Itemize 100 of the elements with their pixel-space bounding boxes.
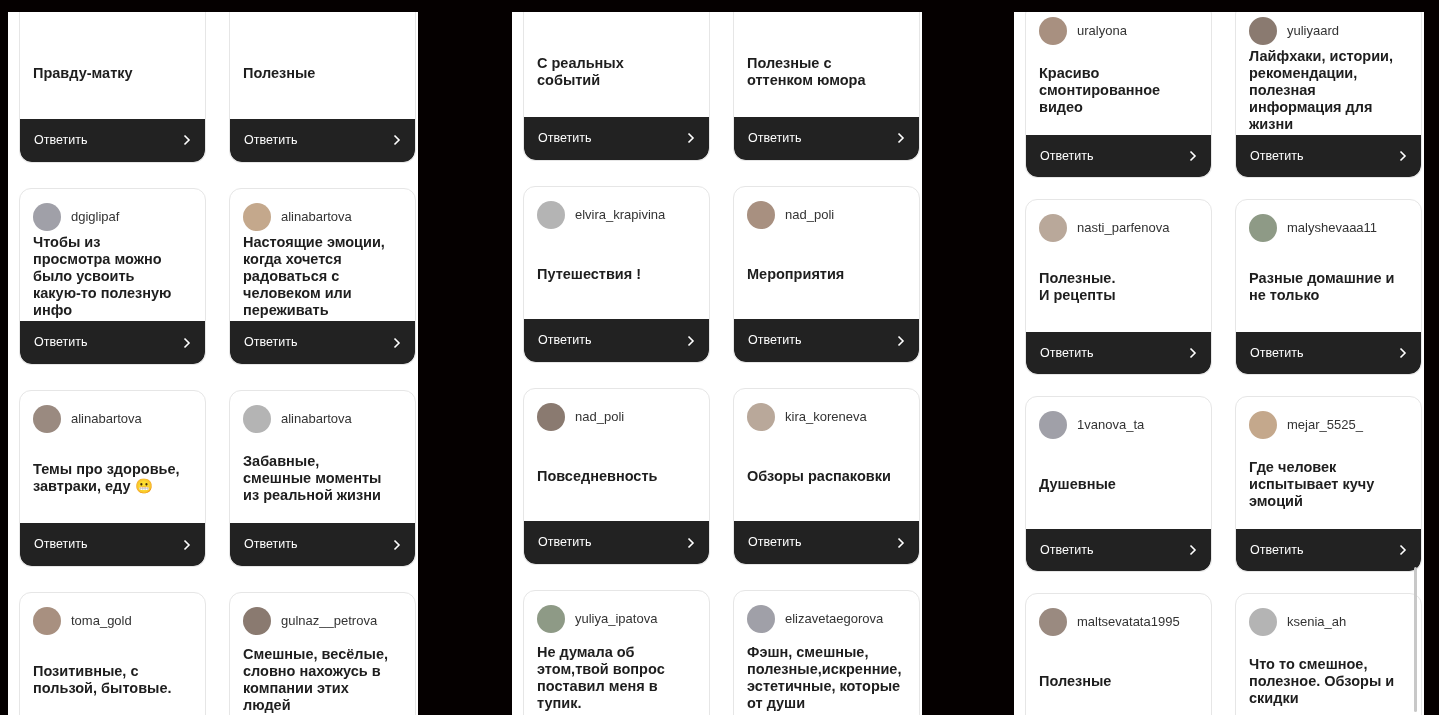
avatar [1039,214,1067,242]
answer-text: Что то смешное, полезное. Обзоры и скидки [1249,655,1396,707]
username: elizavetaegorova [785,610,884,629]
answer-text: Чтобы из просмотра можно было усвоить какую-то полезную инфо [33,233,173,319]
avatar [33,405,61,433]
answer-text: Мероприятия [747,265,845,283]
avatar [537,605,565,633]
username: yuliya_ipatova [575,610,658,629]
avatar [1249,608,1277,636]
avatar [1249,214,1277,242]
reply-button[interactable]: Ответить [524,319,709,362]
username: gulnaz__petrova [281,612,378,631]
avatar [1249,411,1277,439]
answer-text: Красиво смонтированное видео [1039,64,1162,116]
reply-button[interactable]: Ответить [20,523,205,566]
avatar [747,403,775,431]
reply-button[interactable]: Ответить [734,521,919,564]
username: alinabartova [281,208,352,227]
answer-text: Полезные с оттенком юмора [747,54,867,89]
reply-button[interactable]: Ответить [1236,529,1421,571]
answer-text: Настоящие эмоции, когда хочется радоваться с человеком или переживать [243,233,386,319]
answer-text: С реальных событий [537,54,625,89]
answer-text: Повседневность [537,467,658,485]
username: 1vanova_ta [1077,416,1145,435]
answer-text: Где человек испытывает кучу эмоций [1249,458,1376,510]
username: elvira_krapivina [575,206,666,225]
answer-text: Полезные [1039,672,1112,690]
avatar [537,201,565,229]
reply-button[interactable]: Ответить [20,118,205,162]
reply-button[interactable]: Ответить [524,521,709,564]
avatar [243,203,271,231]
chevron-right-icon [1189,150,1197,162]
chevron-right-icon [687,132,695,145]
reply-button[interactable]: Ответить [230,118,415,162]
avatar [243,405,271,433]
reply-button[interactable]: Ответить [1026,529,1211,571]
reply-button[interactable]: Ответить [734,116,919,160]
reply-button[interactable]: Ответить [1026,135,1211,177]
reply-button[interactable]: Ответить [20,321,205,364]
reply-button[interactable]: Ответить [1236,332,1421,374]
chevron-right-icon [183,336,191,349]
chevron-right-icon [897,536,905,549]
chevron-right-icon [393,134,401,147]
answer-text: Фэшн, смешные, полезные,искренние, эстетичные, которые от души [747,644,902,712]
answer-text: Полезные [243,65,316,83]
chevron-right-icon [687,334,695,347]
answer-text: Лайфхаки, истории, рекомендации, полезная информация для жизни [1249,47,1395,133]
username: ksenia_ah [1287,613,1347,632]
answer-text: Разные домашние и не только [1249,270,1396,304]
avatar [747,201,775,229]
avatar [1039,608,1067,636]
username: kira_koreneva [785,408,867,427]
chevron-right-icon [1189,347,1197,359]
answer-text: Забавные, смешные моменты из реальной жизни [243,452,383,504]
answer-text: Темы про здоровье, завтраки, еду 😬 [33,461,181,495]
username: maltsevatata1995 [1077,613,1180,632]
avatar [1039,411,1067,439]
answer-text: Позитивные, с пользой, бытовые. [33,663,173,697]
username: nasti_parfenova [1077,219,1170,238]
chevron-right-icon [393,538,401,551]
username: nad_poli [785,206,835,225]
reply-button[interactable]: Ответить [1236,135,1421,177]
chevron-right-icon [1399,544,1407,556]
chevron-right-icon [1399,347,1407,359]
chevron-right-icon [687,536,695,549]
answer-text: Обзоры распаковки [747,467,891,485]
avatar [537,403,565,431]
reply-button[interactable]: Ответить [734,319,919,362]
chevron-right-icon [183,538,191,551]
reply-button[interactable]: Ответить [1026,332,1211,374]
username: alinabartova [281,410,352,429]
answer-text: Не думала об этом,твой вопрос поставил меня в тупик. [537,644,666,712]
chevron-right-icon [897,132,905,145]
avatar [33,203,61,231]
avatar [1249,17,1277,45]
username: mejar_5525_ [1287,416,1363,435]
reply-button[interactable]: Ответить [524,116,709,160]
chevron-right-icon [183,134,191,147]
username: alinabartova [71,410,142,429]
avatar [243,607,271,635]
chevron-right-icon [897,334,905,347]
answer-text: Душевные [1039,475,1116,493]
username: uralyona [1077,22,1127,41]
avatar [1039,17,1067,45]
username: dgiglipaf [71,208,120,227]
chevron-right-icon [1399,150,1407,162]
chevron-right-icon [1189,544,1197,556]
reply-button[interactable]: Ответить [230,321,415,364]
avatar [33,607,61,635]
reply-button[interactable]: Ответить [230,523,415,566]
answer-text: Смешные, весёлые, словно нахожусь в компании этих людей [243,646,390,714]
chevron-right-icon [393,336,401,349]
avatar [747,605,775,633]
answer-text: Полезные. И рецепты [1039,270,1116,304]
username: malyshevaaa11 [1287,219,1378,238]
answer-text: Путешествия ! [537,265,642,283]
username: nad_poli [575,408,625,427]
username: toma_gold [71,612,132,631]
answer-text: Правду-матку [33,65,133,83]
username: yuliyaard [1287,22,1340,41]
